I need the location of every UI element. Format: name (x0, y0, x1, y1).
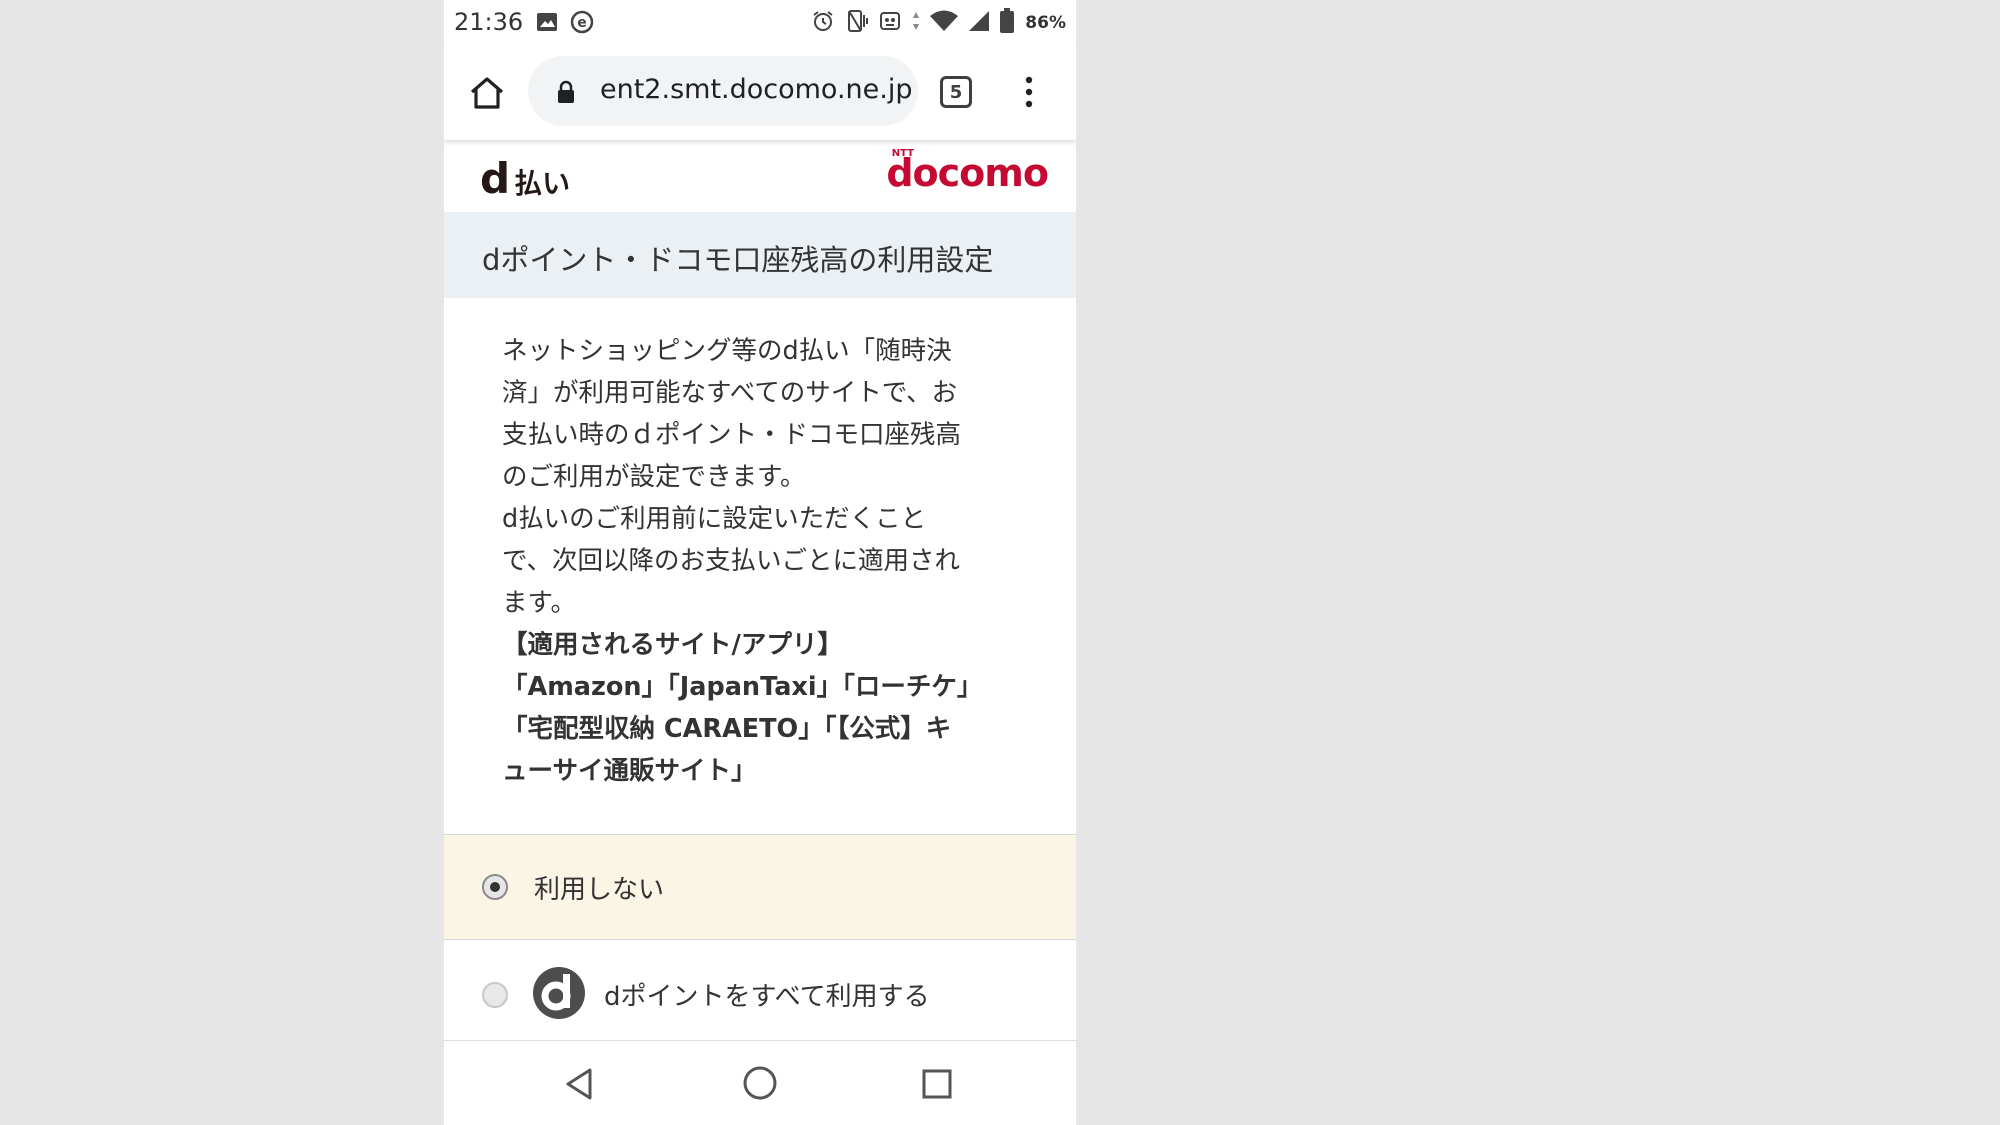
tab-switcher-button[interactable]: 5 (940, 76, 972, 108)
back-button[interactable] (564, 1067, 594, 1105)
d-barai-logo-text: 払い (514, 167, 571, 200)
url-text: ent2.smt.docomo.ne.jp (600, 74, 913, 105)
applicable-sites-heading: 【適用されるサイト/アプリ】 (502, 630, 843, 660)
description-line: 済」が利用可能なすべてのサイトで、お (502, 378, 958, 408)
description-line: で、次回以降のお支払いごとに適用され (502, 546, 960, 576)
page-title: dポイント・ドコモ口座残高の利用設定 (482, 243, 994, 277)
system-icons: 86% (811, 8, 1066, 38)
vibrate-icon (843, 9, 869, 37)
more-vert-icon (1025, 76, 1033, 108)
e-app-icon: e (570, 10, 594, 38)
applicable-sites-line: 「宅配型収納 CARAETO」「【公式】キ (502, 714, 952, 744)
description: ネットショッピング等のd払い「随時決 済」が利用可能なすべてのサイトで、お 支払… (502, 330, 1022, 792)
notification-icons: e (536, 10, 594, 38)
d-barai-logo-d: d (480, 154, 511, 203)
home-nav-button[interactable] (742, 1065, 778, 1105)
status-bar: 21:36 e 86% (444, 0, 1076, 44)
more-menu-button[interactable] (1018, 72, 1040, 112)
home-button[interactable] (464, 70, 510, 116)
browser-toolbar: ent2.smt.docomo.ne.jp 5 (444, 46, 1076, 140)
option-do-not-use-label: 利用しない (534, 875, 665, 905)
ntt-mark: NTT (891, 148, 914, 159)
alarm-icon (811, 9, 835, 37)
description-line: 支払い時のｄポイント・ドコモ口座残高 (502, 420, 962, 450)
image-icon (536, 12, 558, 36)
option-use-all-points[interactable]: dポイントをすべて利用する (444, 940, 1076, 1040)
applicable-sites-line: ューサイ通販サイト」 (502, 756, 757, 786)
back-icon (566, 1068, 592, 1100)
description-line: ます。 (502, 588, 576, 618)
applicable-sites-line: 「Amazon」「JapanTaxi」「ローチケ」 (502, 672, 983, 702)
address-bar[interactable]: ent2.smt.docomo.ne.jp (528, 56, 918, 126)
home-icon (470, 77, 504, 109)
signal-icon (967, 9, 991, 37)
status-time: 21:36 (454, 8, 524, 36)
d-point-icon (532, 966, 586, 1024)
svg-text:e: e (577, 15, 587, 31)
option-do-not-use[interactable]: 利用しない (444, 834, 1076, 940)
wifi-icon (929, 9, 959, 37)
title-band: dポイント・ドコモ口座残高の利用設定 (444, 212, 1076, 298)
phone-screen: 21:36 e 86% ent2.smt.docomo.ne.jp 5 d 払い… (444, 0, 1076, 1125)
description-line: ネットショッピング等のd払い「随時決 (502, 336, 952, 366)
radio-do-not-use-selected[interactable] (482, 874, 508, 900)
option-use-all-points-label: dポイントをすべて利用する (604, 982, 930, 1012)
page-header: d 払い NTT docomo (444, 140, 1076, 212)
d-barai-logo[interactable]: d 払い (480, 158, 570, 202)
app-notification-icon (877, 9, 903, 37)
docomo-logo: NTT docomo (886, 148, 1049, 192)
description-line: のご利用が設定できます。 (502, 462, 806, 492)
lock-icon (556, 80, 576, 108)
battery-percent: 86% (1025, 13, 1066, 33)
recent-apps-icon (922, 1069, 952, 1099)
recent-apps-button[interactable] (922, 1069, 952, 1103)
system-navigation-bar (444, 1040, 1076, 1125)
battery-icon (999, 8, 1015, 38)
description-line: d払いのご利用前に設定いただくこと (502, 504, 927, 534)
radio-use-all-points[interactable] (482, 982, 508, 1008)
data-arrows-icon (911, 9, 921, 37)
home-circle-icon (743, 1066, 777, 1100)
